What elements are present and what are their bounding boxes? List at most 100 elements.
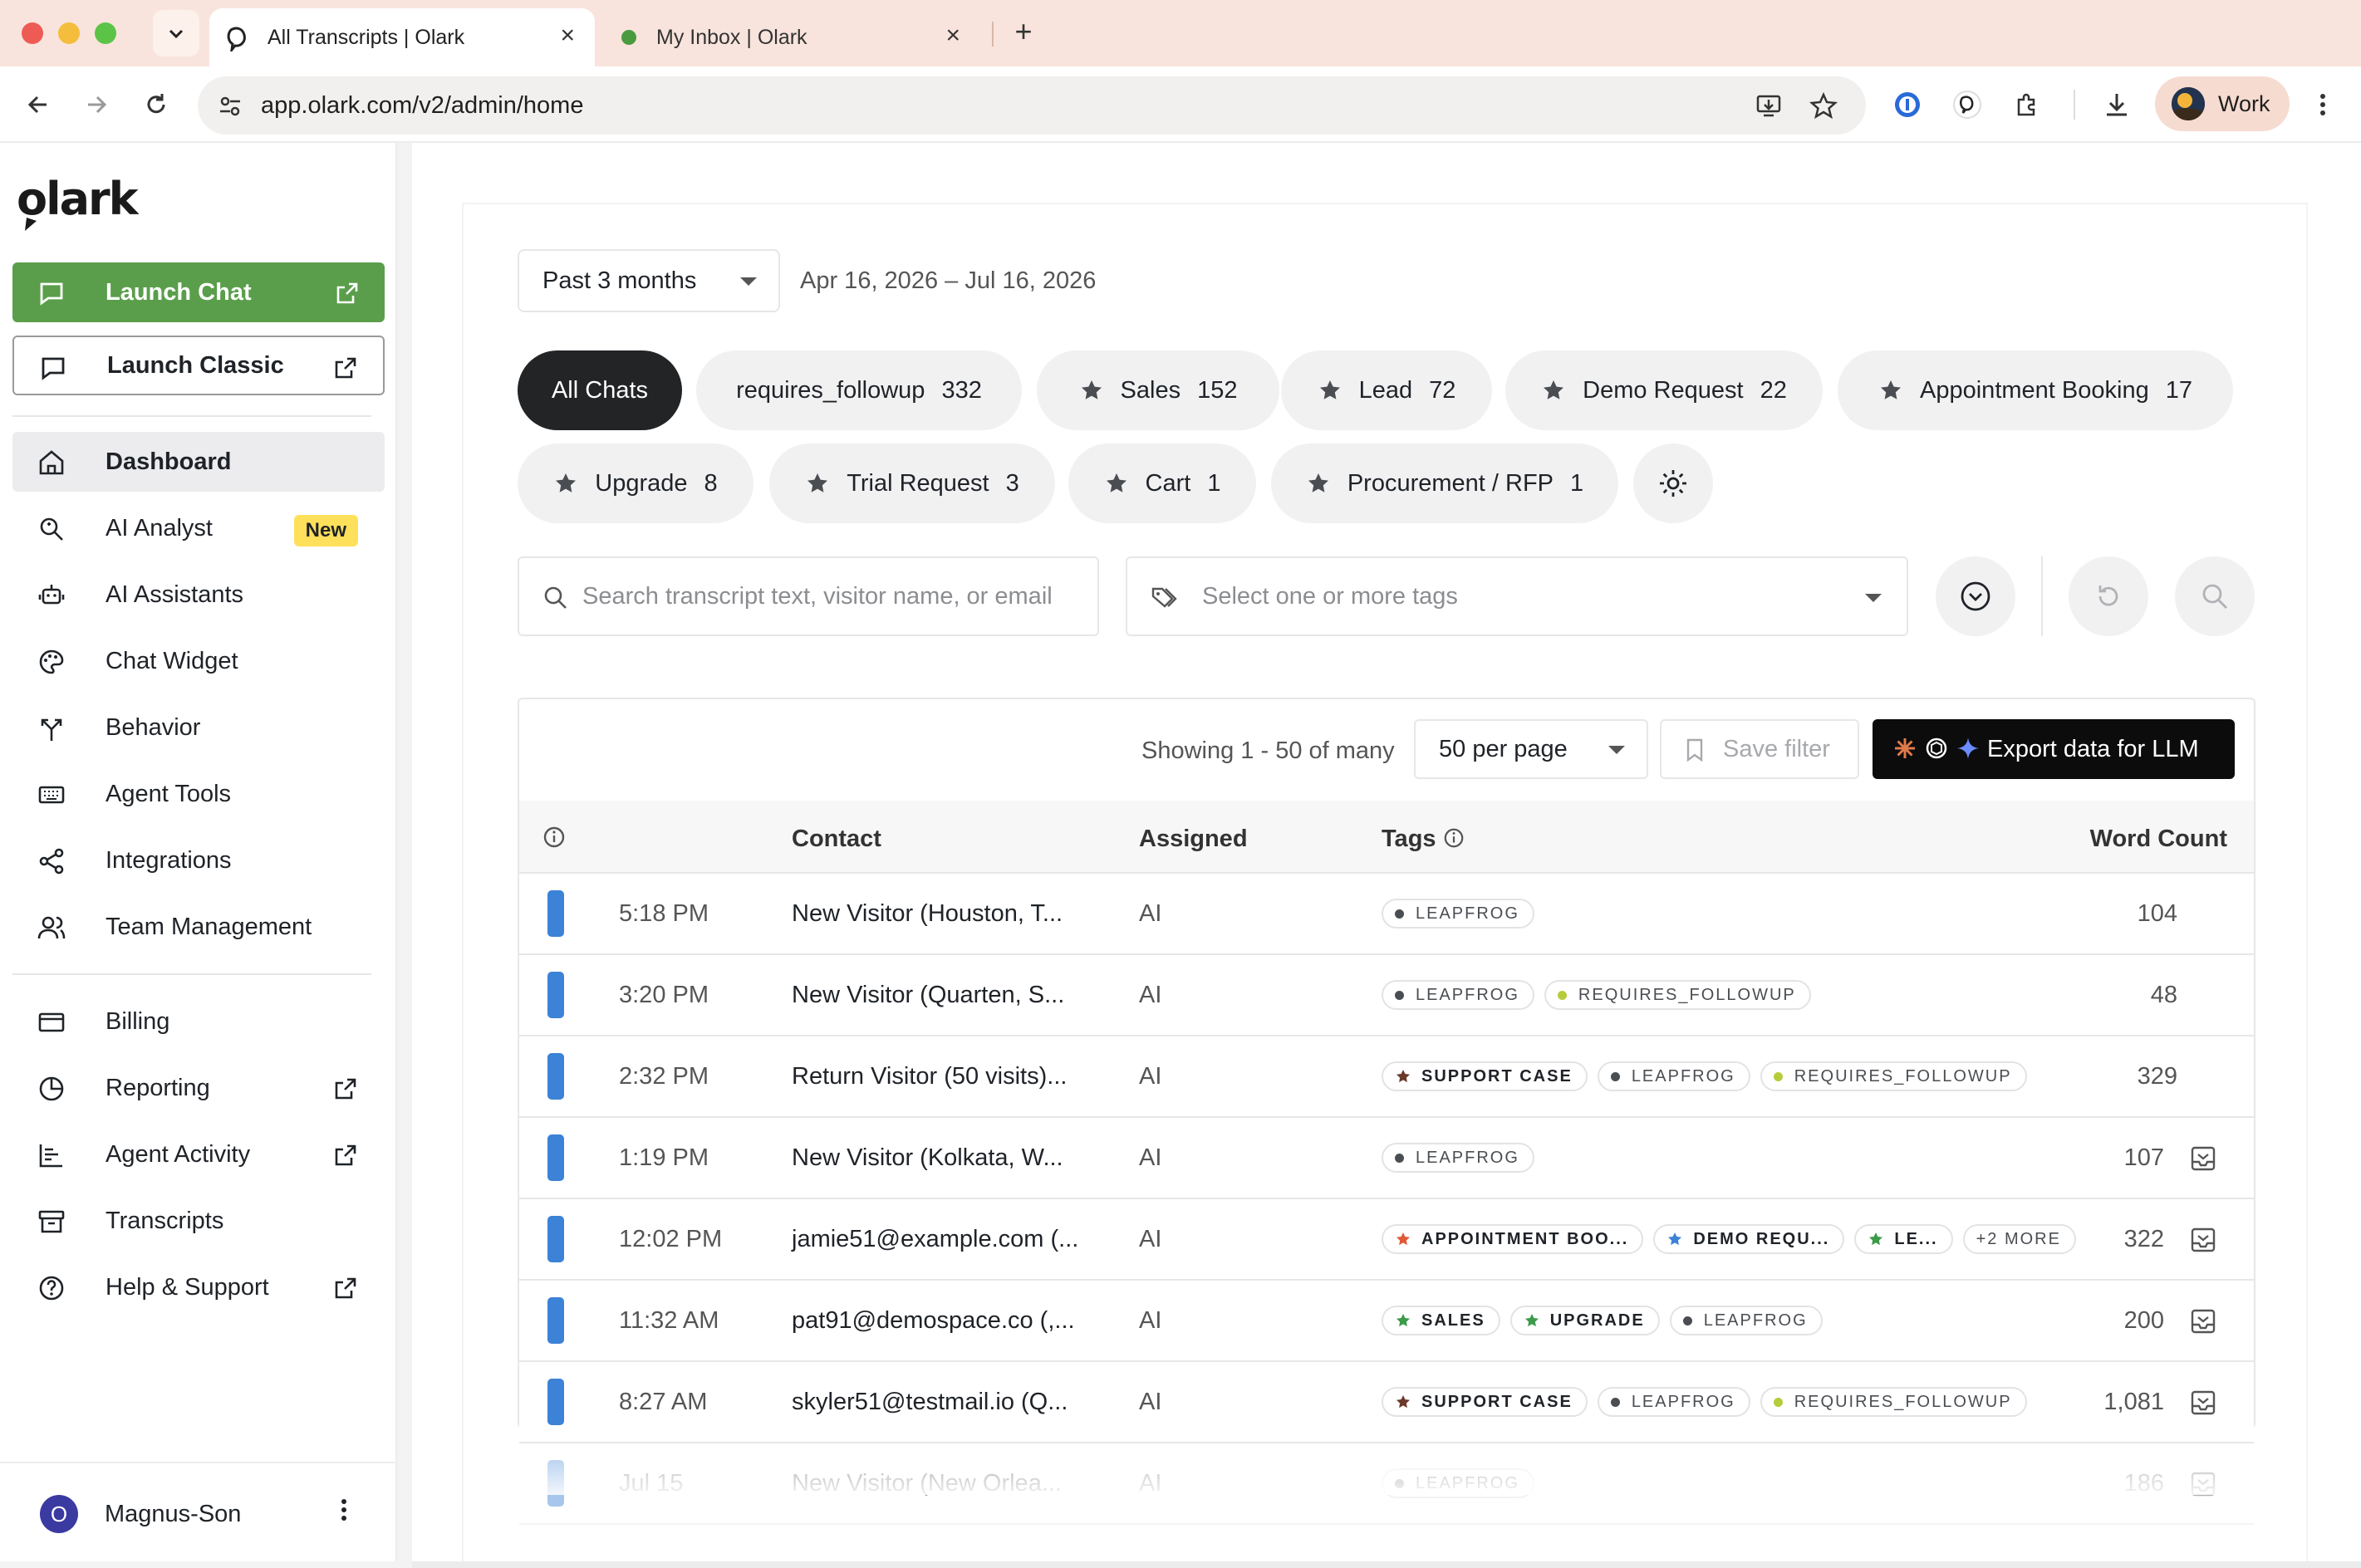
info-icon[interactable] (1443, 827, 1465, 849)
column-header-tags[interactable]: Tags (1382, 826, 1436, 853)
filter-pill-cart[interactable]: Cart 1 (1068, 443, 1256, 523)
row-tags: APPOINTMENT BOO... DEMO REQU... LE... +2 MO… (1382, 1224, 2076, 1254)
sidebar-item-agent-activity[interactable]: Agent Activity (12, 1125, 385, 1184)
tag-select-dropdown[interactable]: Select one or more tags (1126, 556, 1908, 636)
channel-indicator (547, 890, 564, 937)
filter-pill-requires-followup[interactable]: requires_followup 332 (696, 350, 1022, 430)
tab-my-inbox[interactable]: My Inbox | Olark × (601, 8, 980, 66)
bookmark-star-icon[interactable] (1809, 91, 1838, 120)
user-menu[interactable]: O Magnus-Son (40, 1495, 241, 1533)
table-row[interactable]: 11:32 AM pat91@demospace.co (,... AI SALES U… (519, 1281, 2254, 1362)
transcript-search-input[interactable]: Search transcript text, visitor name, or… (518, 556, 1099, 636)
sidebar-item-integrations[interactable]: Integrations (12, 831, 385, 890)
date-range-select[interactable]: Past 3 months (518, 249, 780, 312)
install-app-icon[interactable] (1755, 91, 1783, 120)
filter-pill-upgrade[interactable]: Upgrade 8 (518, 443, 753, 523)
maximize-window-button[interactable] (95, 22, 116, 44)
tag-label: SALES (1421, 1311, 1485, 1330)
profile-button[interactable]: Work (2155, 76, 2290, 131)
table-row[interactable]: 1:19 PM New Visitor (Kolkata, W... AI LEAPF… (519, 1118, 2254, 1199)
password-manager-icon[interactable] (1892, 90, 1922, 120)
row-contact[interactable]: New Visitor (Houston, T... (792, 900, 1063, 928)
sidebar-item-transcripts[interactable]: Transcripts (12, 1191, 385, 1251)
expand-filters-button[interactable] (1936, 556, 2015, 636)
table-row[interactable]: 2:32 PM Return Visitor (50 visits)... AI SU… (519, 1036, 2254, 1118)
sidebar-item-reporting[interactable]: Reporting (12, 1058, 385, 1118)
new-tab-button[interactable]: + (1005, 13, 1042, 50)
tag-label: SUPPORT CASE (1421, 1066, 1573, 1085)
close-tab-icon[interactable]: × (945, 23, 960, 48)
minimize-window-button[interactable] (58, 22, 80, 44)
extension-olark-icon[interactable] (1952, 90, 1982, 120)
row-contact[interactable]: New Visitor (Quarten, S... (792, 982, 1064, 1009)
site-settings-icon[interactable] (218, 94, 243, 119)
filter-pill-sales[interactable]: Sales 152 (1037, 350, 1279, 430)
sidebar-item-behavior[interactable]: Behavior (12, 698, 385, 757)
apply-search-button[interactable] (2175, 556, 2255, 636)
table-row[interactable]: 3:20 PM New Visitor (Quarten, S... AI LEAPF… (519, 955, 2254, 1036)
row-contact[interactable]: pat91@demospace.co (,... (792, 1307, 1075, 1335)
ai-search-icon (40, 517, 63, 541)
sidebar-item-agent-tools[interactable]: Agent Tools (12, 764, 385, 824)
transcript-preview-icon[interactable] (2189, 1307, 2217, 1335)
more-tags-chip[interactable]: +2 MORE (1962, 1224, 2076, 1254)
row-assigned: AI (1139, 982, 1162, 1008)
filter-pill-procurement-rfp[interactable]: Procurement / RFP 1 (1271, 443, 1618, 523)
filter-pill-lead[interactable]: Lead 72 (1281, 350, 1492, 430)
chat-bubble-icon (42, 357, 65, 380)
channel-indicator (547, 1379, 564, 1425)
reload-button[interactable] (136, 85, 176, 125)
close-tab-icon[interactable]: × (560, 23, 575, 48)
tab-search-button[interactable] (153, 10, 199, 56)
close-window-button[interactable] (22, 22, 43, 44)
sidebar-item-chat-widget[interactable]: Chat Widget (12, 631, 385, 691)
pill-label: Lead (1358, 376, 1413, 404)
undo-icon (2098, 586, 2118, 606)
sidebar-item-billing[interactable]: Billing (12, 992, 385, 1051)
row-contact[interactable]: jamie51@example.com (... (792, 1226, 1078, 1253)
launch-chat-button[interactable]: Launch Chat (12, 262, 385, 322)
sidebar-item-ai-analyst[interactable]: AI Analyst New (12, 498, 385, 558)
row-contact[interactable]: Return Visitor (50 visits)... (792, 1063, 1067, 1090)
table-row[interactable]: 5:18 PM New Visitor (Houston, T... AI LEAPF… (519, 874, 2254, 955)
filter-pill-all-chats[interactable]: All Chats (518, 350, 682, 430)
reset-filters-button[interactable] (2069, 556, 2148, 636)
transcript-preview-icon[interactable] (2189, 1144, 2217, 1173)
row-contact[interactable]: skyler51@testmail.io (Q... (792, 1389, 1068, 1416)
sidebar-divider (12, 973, 371, 975)
filter-pill-appointment-booking[interactable]: Appointment Booking 17 (1838, 350, 2233, 430)
transcript-preview-icon[interactable] (2189, 1389, 2217, 1417)
row-tags: LEAPFROG REQUIRES_FOLLOWUP (1382, 980, 1811, 1010)
filter-pill-demo-request[interactable]: Demo Request 22 (1505, 350, 1823, 430)
robot-icon (38, 585, 65, 605)
downloads-icon[interactable] (2102, 90, 2132, 120)
filter-pill-trial-request[interactable]: Trial Request 3 (769, 443, 1055, 523)
back-button[interactable] (18, 85, 58, 125)
address-bar[interactable]: app.olark.com/v2/admin/home (198, 76, 1866, 135)
launch-classic-button[interactable]: Launch Classic (12, 336, 385, 395)
row-tags: SUPPORT CASE LEAPFROG REQUIRES_FOLLOWUP (1382, 1387, 2027, 1417)
browser-menu-icon[interactable] (2313, 90, 2333, 120)
save-filter-button[interactable]: Save filter (1660, 719, 1859, 779)
sidebar-item-help-support[interactable]: Help & Support (12, 1257, 385, 1317)
column-header-contact[interactable]: Contact (792, 826, 881, 853)
per-page-select[interactable]: 50 per page (1414, 719, 1648, 779)
sidebar-item-dashboard[interactable]: Dashboard (12, 432, 385, 492)
column-header-word-count[interactable]: Word Count (2090, 826, 2227, 853)
tag-settings-button[interactable] (1633, 443, 1713, 523)
transcript-preview-icon[interactable] (2189, 1226, 2217, 1254)
tab-all-transcripts[interactable]: All Transcripts | Olark × (209, 8, 595, 66)
table-row[interactable]: 8:27 AM skyler51@testmail.io (Q... AI SUPPO… (519, 1362, 2254, 1443)
more-options-icon[interactable] (334, 1495, 354, 1528)
row-contact[interactable]: New Visitor (Kolkata, W... (792, 1144, 1063, 1172)
tag-chip: DEMO REQU... (1653, 1224, 1845, 1254)
column-header-assigned[interactable]: Assigned (1139, 826, 1248, 853)
olark-logo[interactable]: olark (15, 168, 140, 234)
extensions-puzzle-icon[interactable] (2012, 90, 2042, 120)
table-row[interactable]: 12:02 PM jamie51@example.com (... AI APPOIN… (519, 1199, 2254, 1281)
info-icon[interactable] (542, 826, 566, 849)
sidebar-item-ai-assistants[interactable]: AI Assistants (12, 565, 385, 625)
sidebar-item-team-management[interactable]: Team Management (12, 897, 385, 957)
export-data-llm-button[interactable]: Export data for LLM (1873, 719, 2235, 779)
forward-button[interactable] (76, 85, 116, 125)
